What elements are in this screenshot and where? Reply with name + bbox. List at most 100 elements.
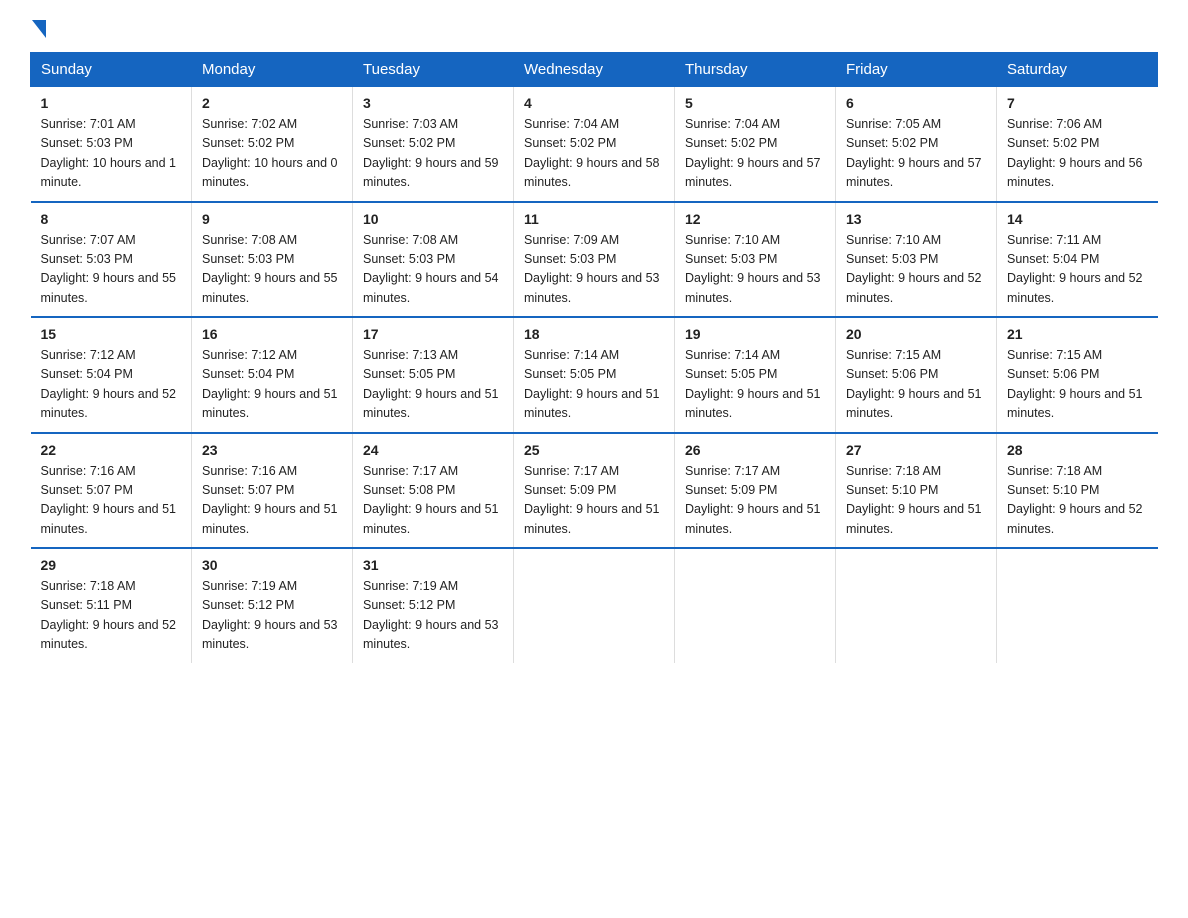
day-cell-21: 21 Sunrise: 7:15 AMSunset: 5:06 PMDaylig… <box>997 317 1158 433</box>
day-cell-28: 28 Sunrise: 7:18 AMSunset: 5:10 PMDaylig… <box>997 433 1158 549</box>
day-number: 31 <box>363 557 503 573</box>
week-row-5: 29 Sunrise: 7:18 AMSunset: 5:11 PMDaylig… <box>31 548 1158 663</box>
day-number: 14 <box>1007 211 1148 227</box>
day-number: 26 <box>685 442 825 458</box>
logo <box>30 20 46 36</box>
day-cell-18: 18 Sunrise: 7:14 AMSunset: 5:05 PMDaylig… <box>514 317 675 433</box>
day-info: Sunrise: 7:08 AMSunset: 5:03 PMDaylight:… <box>363 233 499 305</box>
day-number: 23 <box>202 442 342 458</box>
day-cell-16: 16 Sunrise: 7:12 AMSunset: 5:04 PMDaylig… <box>192 317 353 433</box>
day-info: Sunrise: 7:15 AMSunset: 5:06 PMDaylight:… <box>846 348 982 420</box>
day-cell-5: 5 Sunrise: 7:04 AMSunset: 5:02 PMDayligh… <box>675 87 836 202</box>
day-info: Sunrise: 7:16 AMSunset: 5:07 PMDaylight:… <box>41 464 177 536</box>
day-cell-9: 9 Sunrise: 7:08 AMSunset: 5:03 PMDayligh… <box>192 202 353 318</box>
day-cell-11: 11 Sunrise: 7:09 AMSunset: 5:03 PMDaylig… <box>514 202 675 318</box>
day-info: Sunrise: 7:03 AMSunset: 5:02 PMDaylight:… <box>363 117 499 189</box>
day-cell-23: 23 Sunrise: 7:16 AMSunset: 5:07 PMDaylig… <box>192 433 353 549</box>
day-info: Sunrise: 7:10 AMSunset: 5:03 PMDaylight:… <box>685 233 821 305</box>
calendar-table: SundayMondayTuesdayWednesdayThursdayFrid… <box>30 52 1158 663</box>
day-info: Sunrise: 7:18 AMSunset: 5:10 PMDaylight:… <box>846 464 982 536</box>
day-number: 28 <box>1007 442 1148 458</box>
day-info: Sunrise: 7:19 AMSunset: 5:12 PMDaylight:… <box>202 579 338 651</box>
day-info: Sunrise: 7:17 AMSunset: 5:09 PMDaylight:… <box>685 464 821 536</box>
day-info: Sunrise: 7:11 AMSunset: 5:04 PMDaylight:… <box>1007 233 1143 305</box>
day-cell-7: 7 Sunrise: 7:06 AMSunset: 5:02 PMDayligh… <box>997 87 1158 202</box>
week-row-1: 1 Sunrise: 7:01 AMSunset: 5:03 PMDayligh… <box>31 87 1158 202</box>
day-info: Sunrise: 7:17 AMSunset: 5:09 PMDaylight:… <box>524 464 660 536</box>
day-info: Sunrise: 7:07 AMSunset: 5:03 PMDaylight:… <box>41 233 177 305</box>
day-info: Sunrise: 7:02 AMSunset: 5:02 PMDaylight:… <box>202 117 338 189</box>
day-number: 1 <box>41 95 182 111</box>
week-row-2: 8 Sunrise: 7:07 AMSunset: 5:03 PMDayligh… <box>31 202 1158 318</box>
day-cell-20: 20 Sunrise: 7:15 AMSunset: 5:06 PMDaylig… <box>836 317 997 433</box>
empty-cell <box>514 548 675 663</box>
day-number: 21 <box>1007 326 1148 342</box>
weekday-header-sunday: Sunday <box>31 53 192 87</box>
day-number: 27 <box>846 442 986 458</box>
day-info: Sunrise: 7:05 AMSunset: 5:02 PMDaylight:… <box>846 117 982 189</box>
day-number: 8 <box>41 211 182 227</box>
weekday-header-thursday: Thursday <box>675 53 836 87</box>
day-info: Sunrise: 7:08 AMSunset: 5:03 PMDaylight:… <box>202 233 338 305</box>
day-info: Sunrise: 7:04 AMSunset: 5:02 PMDaylight:… <box>524 117 660 189</box>
day-info: Sunrise: 7:15 AMSunset: 5:06 PMDaylight:… <box>1007 348 1143 420</box>
day-info: Sunrise: 7:14 AMSunset: 5:05 PMDaylight:… <box>685 348 821 420</box>
day-number: 25 <box>524 442 664 458</box>
logo-arrow-icon <box>32 20 46 38</box>
page-header <box>30 20 1158 36</box>
weekday-header-row: SundayMondayTuesdayWednesdayThursdayFrid… <box>31 53 1158 87</box>
day-cell-17: 17 Sunrise: 7:13 AMSunset: 5:05 PMDaylig… <box>353 317 514 433</box>
day-number: 22 <box>41 442 182 458</box>
day-info: Sunrise: 7:17 AMSunset: 5:08 PMDaylight:… <box>363 464 499 536</box>
day-cell-10: 10 Sunrise: 7:08 AMSunset: 5:03 PMDaylig… <box>353 202 514 318</box>
day-number: 12 <box>685 211 825 227</box>
empty-cell <box>997 548 1158 663</box>
day-info: Sunrise: 7:13 AMSunset: 5:05 PMDaylight:… <box>363 348 499 420</box>
day-info: Sunrise: 7:19 AMSunset: 5:12 PMDaylight:… <box>363 579 499 651</box>
day-number: 9 <box>202 211 342 227</box>
day-info: Sunrise: 7:04 AMSunset: 5:02 PMDaylight:… <box>685 117 821 189</box>
day-number: 30 <box>202 557 342 573</box>
weekday-header-tuesday: Tuesday <box>353 53 514 87</box>
empty-cell <box>675 548 836 663</box>
day-cell-19: 19 Sunrise: 7:14 AMSunset: 5:05 PMDaylig… <box>675 317 836 433</box>
day-info: Sunrise: 7:14 AMSunset: 5:05 PMDaylight:… <box>524 348 660 420</box>
day-cell-26: 26 Sunrise: 7:17 AMSunset: 5:09 PMDaylig… <box>675 433 836 549</box>
day-info: Sunrise: 7:10 AMSunset: 5:03 PMDaylight:… <box>846 233 982 305</box>
day-number: 5 <box>685 95 825 111</box>
day-number: 17 <box>363 326 503 342</box>
day-info: Sunrise: 7:09 AMSunset: 5:03 PMDaylight:… <box>524 233 660 305</box>
day-number: 4 <box>524 95 664 111</box>
day-number: 11 <box>524 211 664 227</box>
day-number: 29 <box>41 557 182 573</box>
empty-cell <box>836 548 997 663</box>
day-number: 24 <box>363 442 503 458</box>
day-number: 2 <box>202 95 342 111</box>
day-number: 19 <box>685 326 825 342</box>
day-number: 10 <box>363 211 503 227</box>
weekday-header-saturday: Saturday <box>997 53 1158 87</box>
day-info: Sunrise: 7:01 AMSunset: 5:03 PMDaylight:… <box>41 117 177 189</box>
day-cell-24: 24 Sunrise: 7:17 AMSunset: 5:08 PMDaylig… <box>353 433 514 549</box>
day-info: Sunrise: 7:18 AMSunset: 5:11 PMDaylight:… <box>41 579 177 651</box>
day-cell-31: 31 Sunrise: 7:19 AMSunset: 5:12 PMDaylig… <box>353 548 514 663</box>
weekday-header-wednesday: Wednesday <box>514 53 675 87</box>
day-number: 15 <box>41 326 182 342</box>
day-cell-1: 1 Sunrise: 7:01 AMSunset: 5:03 PMDayligh… <box>31 87 192 202</box>
day-info: Sunrise: 7:12 AMSunset: 5:04 PMDaylight:… <box>41 348 177 420</box>
day-info: Sunrise: 7:06 AMSunset: 5:02 PMDaylight:… <box>1007 117 1143 189</box>
week-row-4: 22 Sunrise: 7:16 AMSunset: 5:07 PMDaylig… <box>31 433 1158 549</box>
day-info: Sunrise: 7:18 AMSunset: 5:10 PMDaylight:… <box>1007 464 1143 536</box>
day-cell-8: 8 Sunrise: 7:07 AMSunset: 5:03 PMDayligh… <box>31 202 192 318</box>
day-cell-12: 12 Sunrise: 7:10 AMSunset: 5:03 PMDaylig… <box>675 202 836 318</box>
day-cell-6: 6 Sunrise: 7:05 AMSunset: 5:02 PMDayligh… <box>836 87 997 202</box>
weekday-header-friday: Friday <box>836 53 997 87</box>
day-info: Sunrise: 7:16 AMSunset: 5:07 PMDaylight:… <box>202 464 338 536</box>
day-number: 18 <box>524 326 664 342</box>
day-cell-25: 25 Sunrise: 7:17 AMSunset: 5:09 PMDaylig… <box>514 433 675 549</box>
day-number: 20 <box>846 326 986 342</box>
day-cell-3: 3 Sunrise: 7:03 AMSunset: 5:02 PMDayligh… <box>353 87 514 202</box>
week-row-3: 15 Sunrise: 7:12 AMSunset: 5:04 PMDaylig… <box>31 317 1158 433</box>
day-number: 7 <box>1007 95 1148 111</box>
day-number: 16 <box>202 326 342 342</box>
